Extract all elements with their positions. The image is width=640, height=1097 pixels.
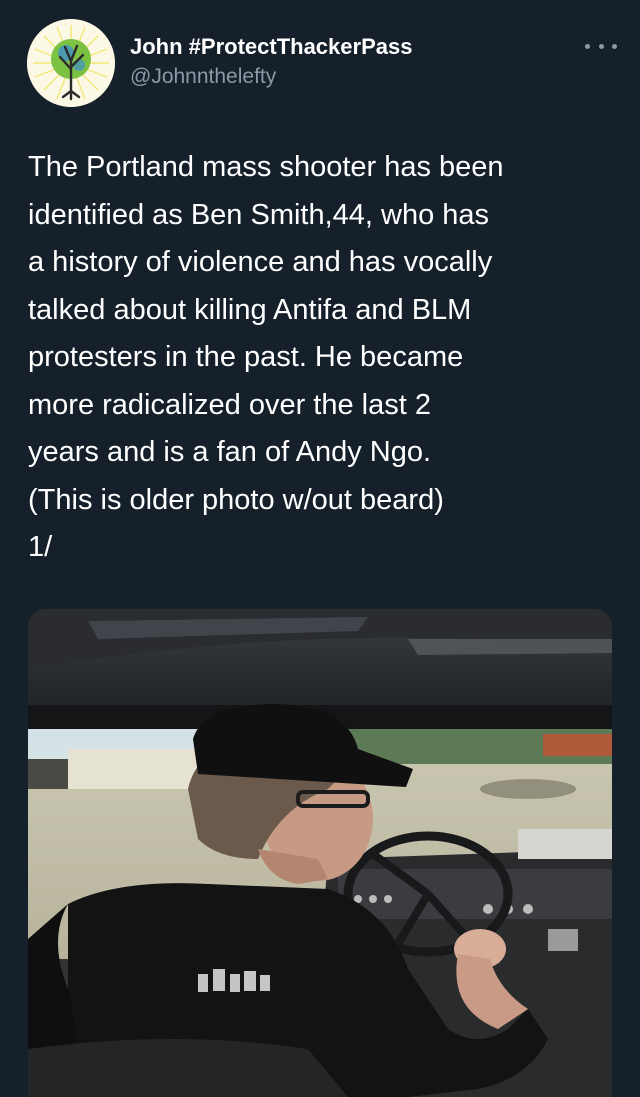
photo-man-driving-car-icon bbox=[28, 609, 612, 1097]
tweet-text: The Portland mass shooter has been ident… bbox=[28, 151, 504, 563]
tweet-header: John #ProtectThackerPass @Johnnthelefty bbox=[0, 0, 640, 120]
tweet-photo[interactable] bbox=[28, 609, 612, 1097]
author-display-name[interactable]: John #ProtectThackerPass bbox=[130, 34, 412, 60]
more-dot bbox=[585, 43, 590, 49]
more-dot bbox=[612, 43, 617, 49]
more-options-icon[interactable] bbox=[585, 36, 617, 56]
more-dot bbox=[598, 43, 604, 49]
author-handle[interactable]: @Johnnthelefty bbox=[130, 65, 276, 89]
tree-globe-avatar-icon[interactable] bbox=[27, 19, 115, 107]
